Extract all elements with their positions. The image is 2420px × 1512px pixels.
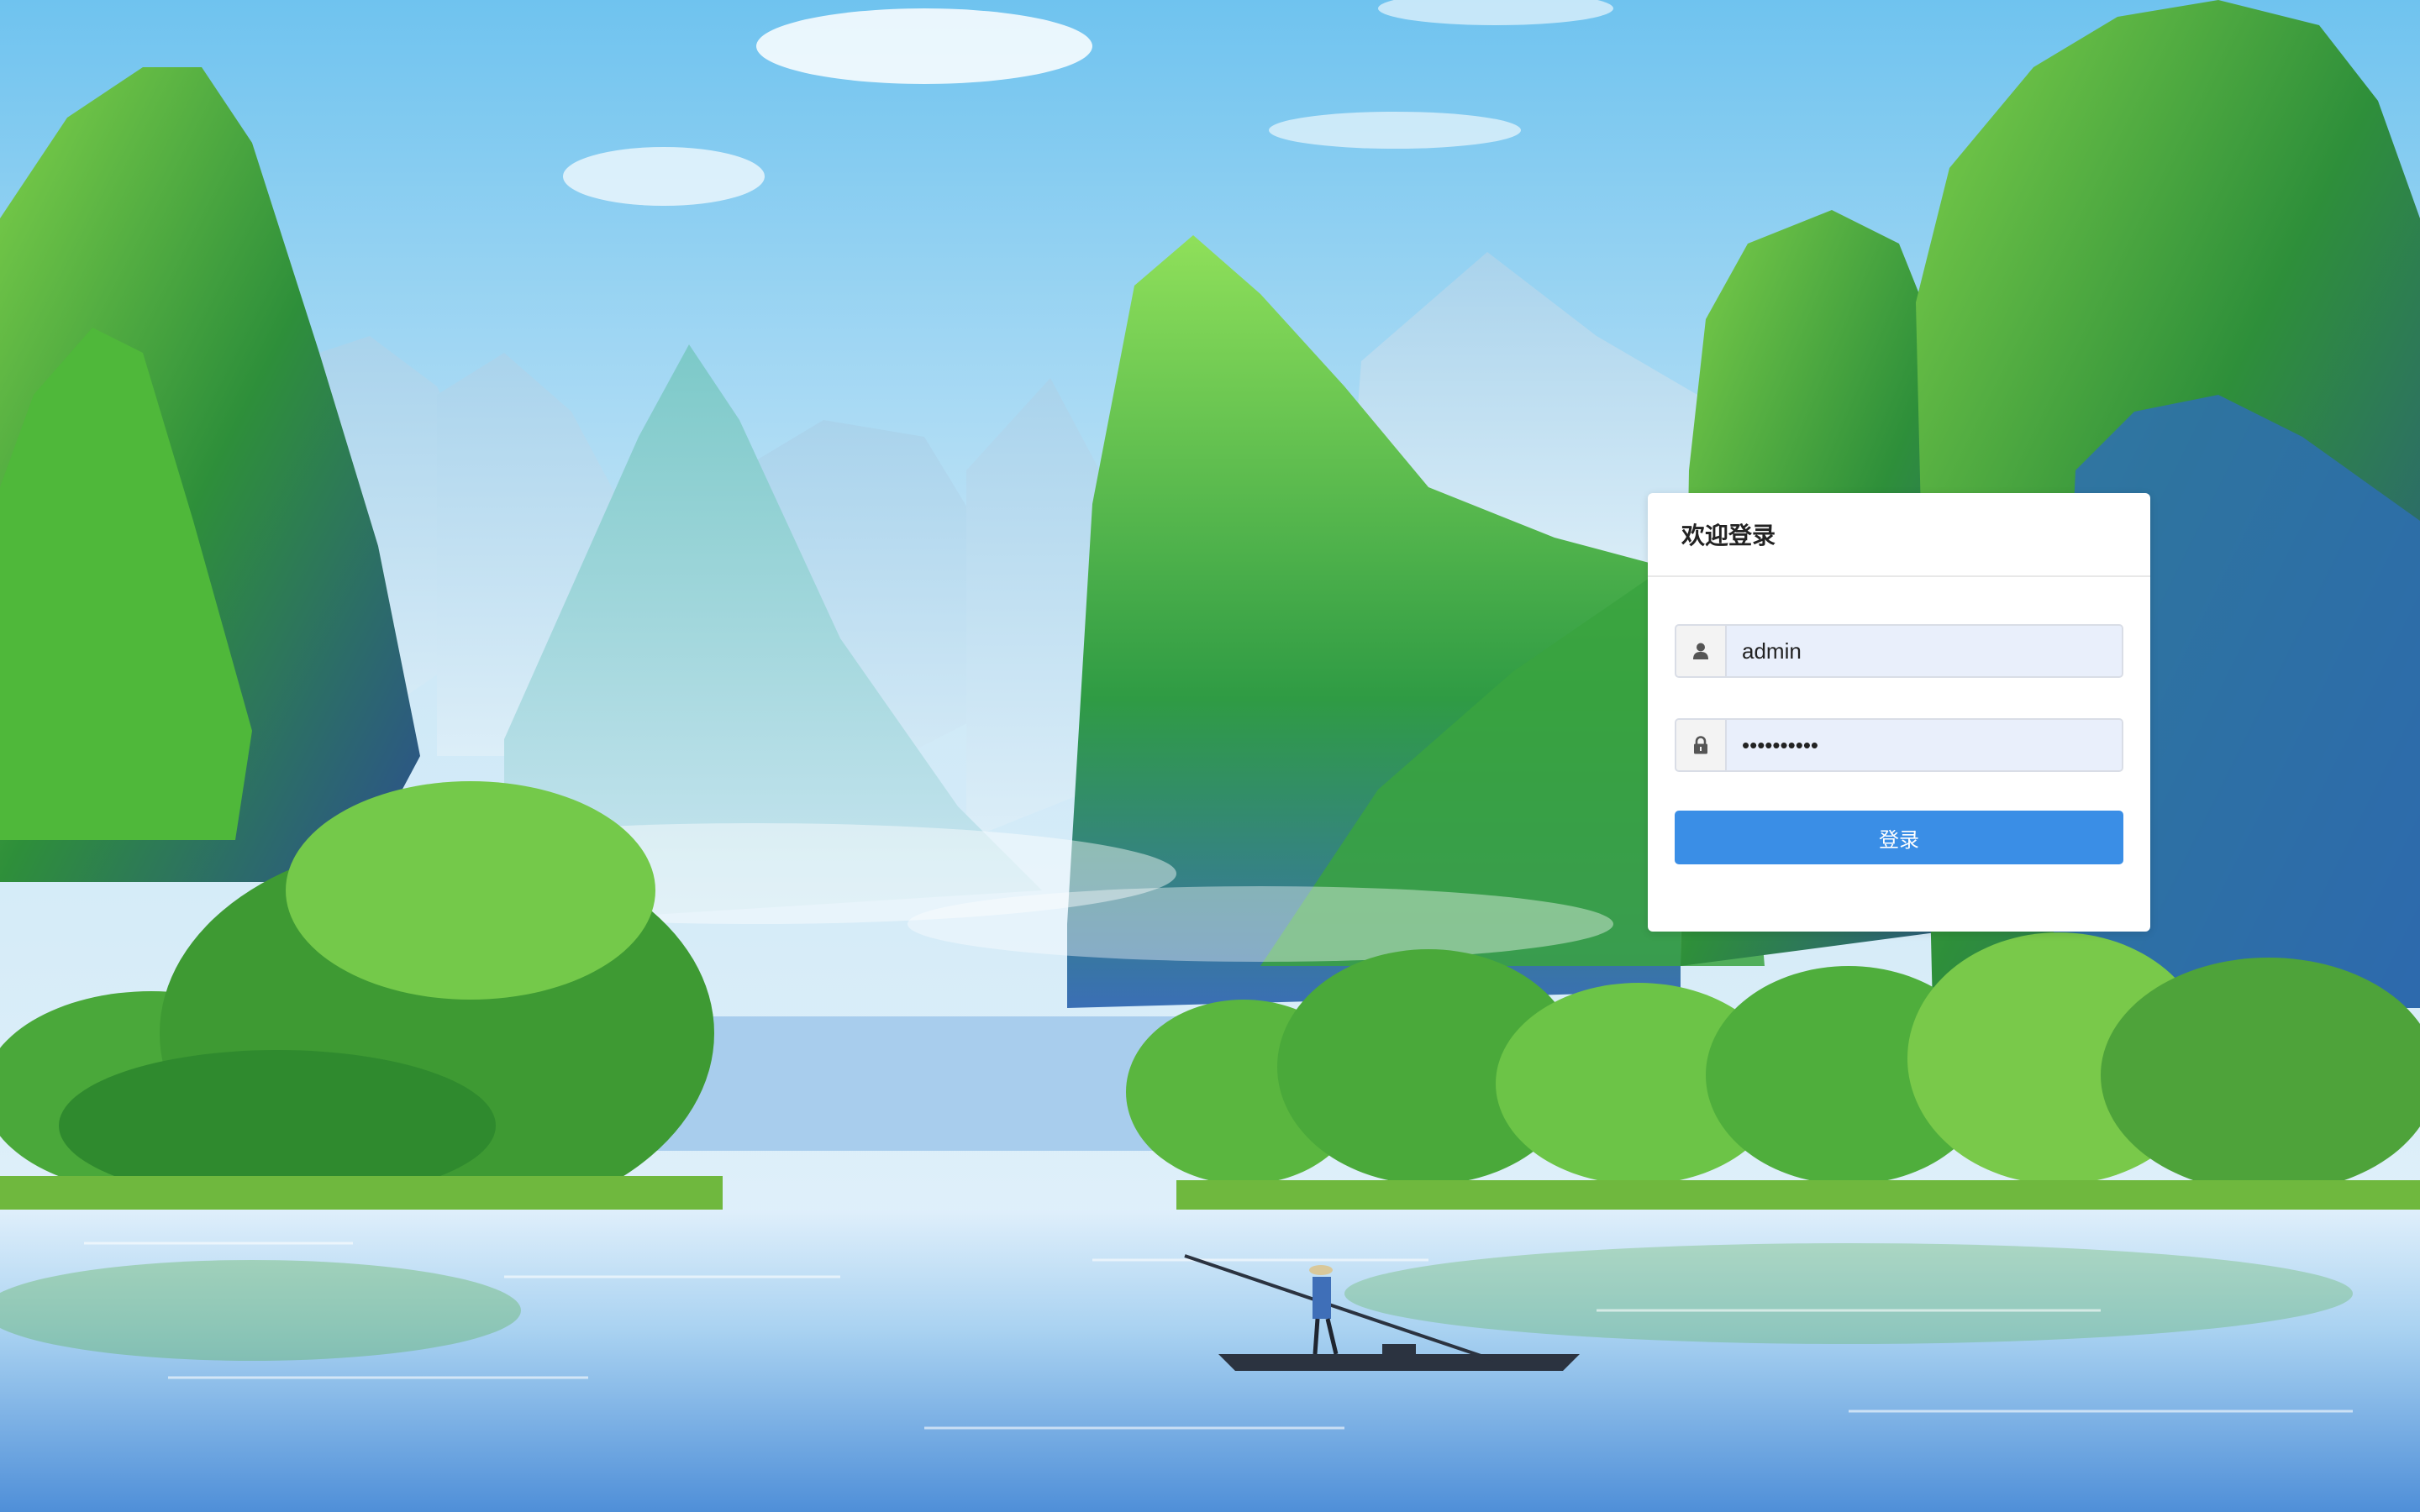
login-panel-header: 欢迎登录 <box>1648 493 2150 577</box>
password-input[interactable] <box>1727 720 2122 770</box>
username-field <box>1675 624 2123 678</box>
lock-icon <box>1676 720 1727 770</box>
login-panel: 欢迎登录 登录 <box>1648 493 2150 932</box>
login-form: 登录 <box>1648 577 2150 864</box>
login-button[interactable]: 登录 <box>1675 811 2123 864</box>
user-icon <box>1676 626 1727 676</box>
password-field <box>1675 718 2123 772</box>
username-input[interactable] <box>1727 626 2122 676</box>
login-title: 欢迎登录 <box>1681 522 1776 549</box>
